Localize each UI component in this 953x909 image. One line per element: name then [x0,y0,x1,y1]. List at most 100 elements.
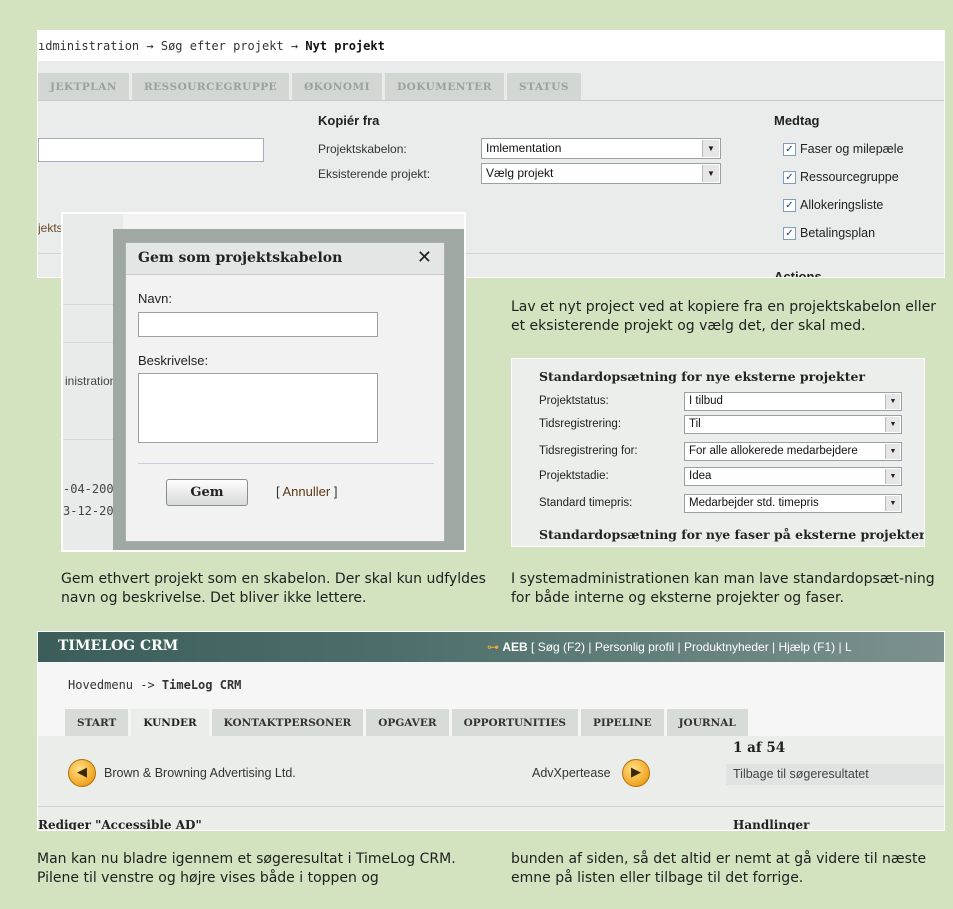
template-select-value: Imlementation [486,141,562,155]
breadcrumb-current: TimeLog CRM [161,678,242,692]
previous-record-link[interactable]: Brown & Browning Advertising Ltd. [104,766,296,780]
checkbox-label: Ressourcegruppe [800,170,899,184]
dialog-divider [138,463,434,464]
copy-from-heading: Kopiér fra [318,113,380,128]
breadcrumb-item-search[interactable]: Søg efter projekt [161,39,284,53]
checkbox-phases[interactable]: ✓ Faser og milepæle [783,142,904,156]
dialog-title: Gem som projektskabelon [138,250,343,266]
select-project-stage[interactable]: Idea ▼ [684,467,902,486]
existing-project-select[interactable]: Vælg projekt ▼ [481,163,721,184]
cancel-link-wrapper: [ Annuller ] [276,484,337,499]
breadcrumb-arrow: → [283,39,306,53]
tab-kunder[interactable]: KUNDER [131,709,209,736]
checkbox-checked-icon[interactable]: ✓ [783,198,796,212]
checkbox-checked-icon[interactable]: ✓ [783,142,796,156]
tab-journal[interactable]: JOURNAL [666,709,748,736]
select-value: I tilbud [689,395,723,407]
pager-count: 1 af 54 [733,740,786,756]
key-icon: ⊶ [487,640,499,654]
select-time-registration-for[interactable]: For alle allokerede medarbejdere ▼ [684,442,902,461]
include-heading: Medtag [774,113,820,128]
chevron-down-icon[interactable]: ▼ [885,469,900,484]
tab-dokumenter[interactable]: DOKUMENTER [385,73,504,100]
timelog-crm-screenshot: TIMELOG CRM ⊶ AEB [ Søg (F2) | Personlig… [37,631,945,831]
bracket: ] [330,484,338,499]
chevron-down-icon[interactable]: ▼ [885,444,900,459]
actions-heading: Actions [774,269,822,278]
breadcrumb: ıdministration → Søg efter projekt → Nyt… [38,31,944,61]
project-tabs: JEKTPLAN RESSOURCEGRUPPE ØKONOMI DOKUMEN… [38,73,584,100]
caption-new-project: Lav et nyt project ved at kopiere fra en… [511,299,937,334]
existing-project-label: Eksisterende projekt: [318,167,431,181]
setting-label-timereg-for: Tidsregistrering for: [539,445,638,457]
description-textarea[interactable] [138,373,378,443]
checkbox-label: Betalingsplan [800,226,876,240]
brand-title: TIMELOG CRM [58,638,179,654]
chevron-down-icon[interactable]: ▼ [885,394,900,409]
caption-save-template: Gem ethvert projekt som en skabelon. Der… [61,571,486,606]
template-select[interactable]: Imlementation ▼ [481,138,721,159]
tab-divider [38,100,944,101]
tab-projektplan[interactable]: JEKTPLAN [38,73,129,100]
breadcrumb-current: Nyt projekt [305,39,385,53]
settings-heading: Standardopsætning for nye eksterne proje… [539,369,866,384]
top-links-text[interactable]: [ Søg (F2) | Personlig profil | Produktn… [531,640,852,654]
arrow-left-icon[interactable]: ◀ [68,759,96,787]
close-icon[interactable]: ✕ [417,247,432,268]
select-time-registration[interactable]: Til ▼ [684,415,902,434]
checkbox-label: Allokeringsliste [800,198,884,212]
breadcrumb-item-administration[interactable]: ıdministration [38,39,139,53]
background-label: inistration [65,374,117,388]
chevron-down-icon[interactable]: ▼ [885,417,900,432]
name-label: Navn: [138,291,172,306]
select-value: Idea [689,470,712,482]
setting-label-timereg: Tidsregistrering: [539,418,622,430]
checkbox-label: Faser og milepæle [800,142,904,156]
user-initials[interactable]: AEB [502,640,527,654]
select-value: Til [689,418,701,430]
tab-pipeline[interactable]: PIPELINE [580,709,664,736]
caption-crm-right: bunden af siden, så det altid er nemt at… [511,851,927,886]
chevron-down-icon[interactable]: ▼ [702,140,719,157]
tab-okonomi[interactable]: ØKONOMI [292,73,383,100]
tab-opportunities[interactable]: OPPORTUNITIES [451,709,578,736]
default-settings-screenshot: Standardopsætning for nye eksterne proje… [511,358,925,547]
existing-project-select-value: Vælg projekt [486,166,554,180]
top-links: ⊶ AEB [ Søg (F2) | Personlig profil | Pr… [487,640,852,654]
checkbox-checked-icon[interactable]: ✓ [783,170,796,184]
divider [38,806,944,807]
checkbox-payment[interactable]: ✓ Betalingsplan [783,226,875,240]
select-project-status[interactable]: I tilbud ▼ [684,392,902,411]
save-template-screenshot: inistration -04-2009 3-12-2010 Gem som p… [61,212,466,552]
chevron-down-icon[interactable]: ▼ [702,165,719,182]
cancel-link[interactable]: Annuller [283,484,331,499]
tab-status[interactable]: STATUS [507,73,581,100]
description-label: Beskrivelse: [138,353,209,368]
select-value: Medarbejder std. timepris [689,497,819,509]
edit-heading: Rediger "Accessible AD" [38,818,202,831]
tab-kontaktpersoner[interactable]: KONTAKTPERSONER [211,709,364,736]
save-button[interactable]: Gem [166,479,248,506]
setting-label-stage: Projektstadie: [539,470,609,482]
arrow-right-icon[interactable]: ▶ [622,759,650,787]
crm-tabs: START KUNDER KONTAKTPERSONER OPGAVER OPP… [65,709,751,736]
next-record-link[interactable]: AdvXpertease [532,766,611,780]
select-hourly-rate[interactable]: Medarbejder std. timepris ▼ [684,494,902,513]
record-navigation-pane: ◀ Brown & Browning Advertising Ltd. AdvX… [38,736,944,831]
setting-label-rate: Standard timepris: [539,497,633,509]
checkbox-allocation[interactable]: ✓ Allokeringsliste [783,198,883,212]
breadcrumb: Hovedmenu -> TimeLog CRM [68,678,241,692]
tab-opgaver[interactable]: OPGAVER [366,709,449,736]
back-to-results-link[interactable]: Tilbage til søgeresultatet [726,764,944,785]
save-template-dialog: Gem som projektskabelon ✕ Navn: Beskrive… [125,242,445,542]
checkbox-checked-icon[interactable]: ✓ [783,226,796,240]
tab-start[interactable]: START [65,709,129,736]
name-input[interactable] [138,312,378,337]
breadcrumb-home[interactable]: Hovedmenu -> [68,678,162,692]
caption-crm-left: Man kan nu bladre igennem et søgeresulta… [37,851,456,886]
project-name-input[interactable] [38,138,264,162]
checkbox-resourcegroup[interactable]: ✓ Ressourcegruppe [783,170,899,184]
top-bar: TIMELOG CRM ⊶ AEB [ Søg (F2) | Personlig… [38,632,944,662]
chevron-down-icon[interactable]: ▼ [885,496,900,511]
tab-ressourcegruppe[interactable]: RESSOURCEGRUPPE [131,73,290,100]
